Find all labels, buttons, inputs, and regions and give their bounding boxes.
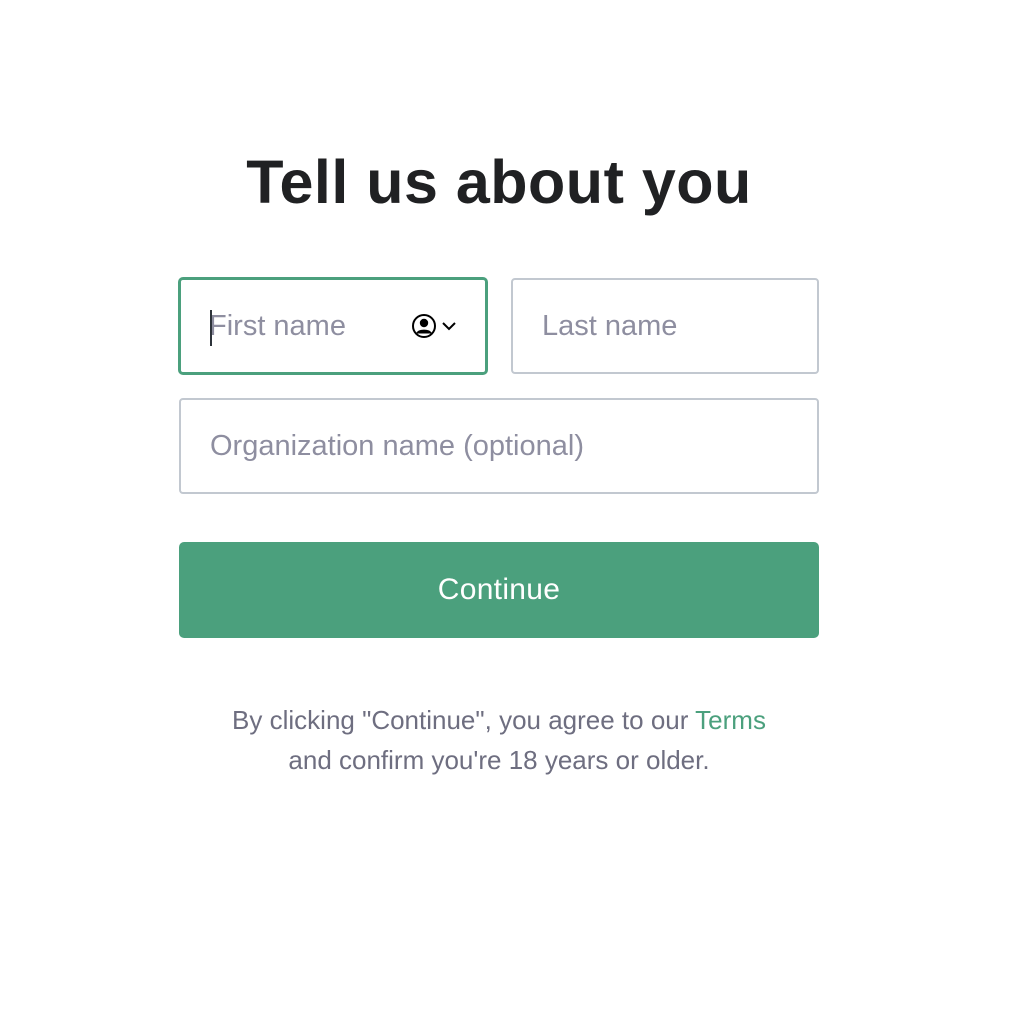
terms-link[interactable]: Terms [695, 705, 766, 735]
chevron-down-icon [442, 322, 456, 331]
legal-text-after: and confirm you're 18 years or older. [288, 745, 710, 775]
organization-name-input[interactable] [210, 400, 817, 492]
user-circle-icon [412, 314, 436, 338]
autofill-button[interactable] [411, 313, 457, 339]
last-name-field[interactable] [511, 278, 819, 374]
first-name-input[interactable] [209, 280, 411, 372]
text-caret [210, 310, 212, 346]
legal-text-before: By clicking "Continue", you agree to our [232, 705, 696, 735]
page-title: Tell us about you [246, 148, 752, 216]
first-name-field[interactable] [178, 277, 488, 375]
organization-field[interactable] [179, 398, 819, 494]
last-name-input[interactable] [542, 280, 817, 372]
legal-notice: By clicking "Continue", you agree to our… [0, 700, 998, 780]
continue-button[interactable]: Continue [179, 542, 819, 638]
